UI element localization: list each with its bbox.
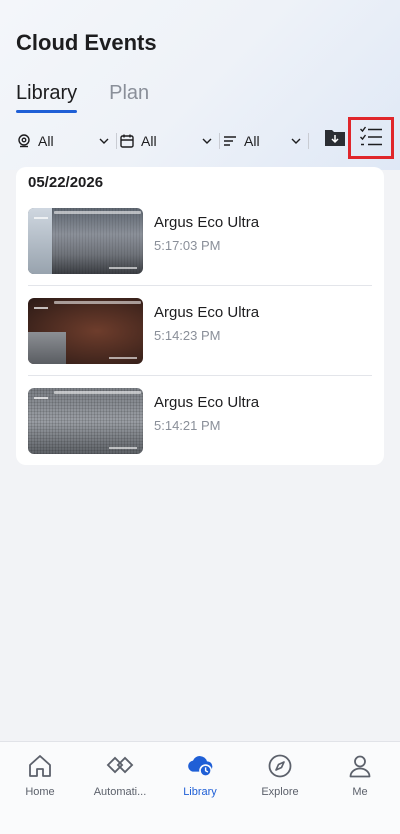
event-item[interactable]: Argus Eco Ultra 5:14:21 PM <box>28 388 372 454</box>
event-time: 5:14:23 PM <box>154 328 221 343</box>
tab-plan[interactable]: Plan <box>109 82 149 113</box>
event-thumbnail[interactable] <box>28 208 143 274</box>
list-divider <box>28 375 372 376</box>
nav-label: Automati... <box>93 786 147 798</box>
type-filter[interactable]: All <box>220 128 308 154</box>
chevron-down-icon <box>201 134 213 146</box>
location-filter[interactable]: All <box>16 128 116 154</box>
date-header: 05/22/2026 <box>28 174 104 191</box>
checklist-icon <box>359 125 383 152</box>
nav-label: Me <box>352 786 368 798</box>
chevron-down-icon <box>290 134 302 146</box>
nav-label: Explore <box>261 786 299 798</box>
tab-library[interactable]: Library <box>16 82 78 113</box>
download-folder-icon <box>324 127 346 152</box>
nav-home[interactable]: Home <box>0 742 80 812</box>
cloud-library-icon <box>186 752 214 780</box>
select-mode-button[interactable] <box>348 117 394 159</box>
event-time: 5:17:03 PM <box>154 238 221 253</box>
list-filter-icon <box>222 133 238 149</box>
tab-bar: Library Plan <box>16 82 149 113</box>
home-icon <box>26 752 54 780</box>
event-camera-name: Argus Eco Ultra <box>154 394 260 411</box>
events-card: 05/22/2026 Argus Eco Ultra 5:17:03 PM Ar… <box>16 167 384 465</box>
nav-library[interactable]: Library <box>160 742 240 812</box>
event-time: 5:14:21 PM <box>154 418 221 433</box>
chevron-down-icon <box>98 134 110 146</box>
download-folder-button[interactable] <box>322 126 348 152</box>
page-title: Cloud Events <box>16 30 157 55</box>
nav-automation[interactable]: Automati... <box>80 742 160 812</box>
nav-label: Home <box>25 786 55 798</box>
event-thumbnail[interactable] <box>28 298 143 364</box>
bottom-navigation: Home Automati... Library Explore Me <box>0 741 400 834</box>
nav-explore[interactable]: Explore <box>240 742 320 812</box>
event-item[interactable]: Argus Eco Ultra 5:17:03 PM <box>28 208 372 274</box>
event-thumbnail[interactable] <box>28 388 143 454</box>
type-filter-value: All <box>244 133 260 149</box>
calendar-icon <box>119 133 135 149</box>
automation-icon <box>106 752 134 780</box>
event-item[interactable]: Argus Eco Ultra 5:14:23 PM <box>28 298 372 364</box>
event-camera-name: Argus Eco Ultra <box>154 304 260 321</box>
list-divider <box>28 285 372 286</box>
location-pin-icon <box>16 133 32 149</box>
date-filter[interactable]: All <box>117 128 219 154</box>
location-filter-value: All <box>38 133 54 149</box>
nav-me[interactable]: Me <box>320 742 400 812</box>
compass-icon <box>266 752 294 780</box>
event-camera-name: Argus Eco Ultra <box>154 214 260 231</box>
date-filter-value: All <box>141 133 157 149</box>
nav-label: Library <box>183 786 217 798</box>
filter-divider <box>308 133 309 149</box>
person-icon <box>346 752 374 780</box>
